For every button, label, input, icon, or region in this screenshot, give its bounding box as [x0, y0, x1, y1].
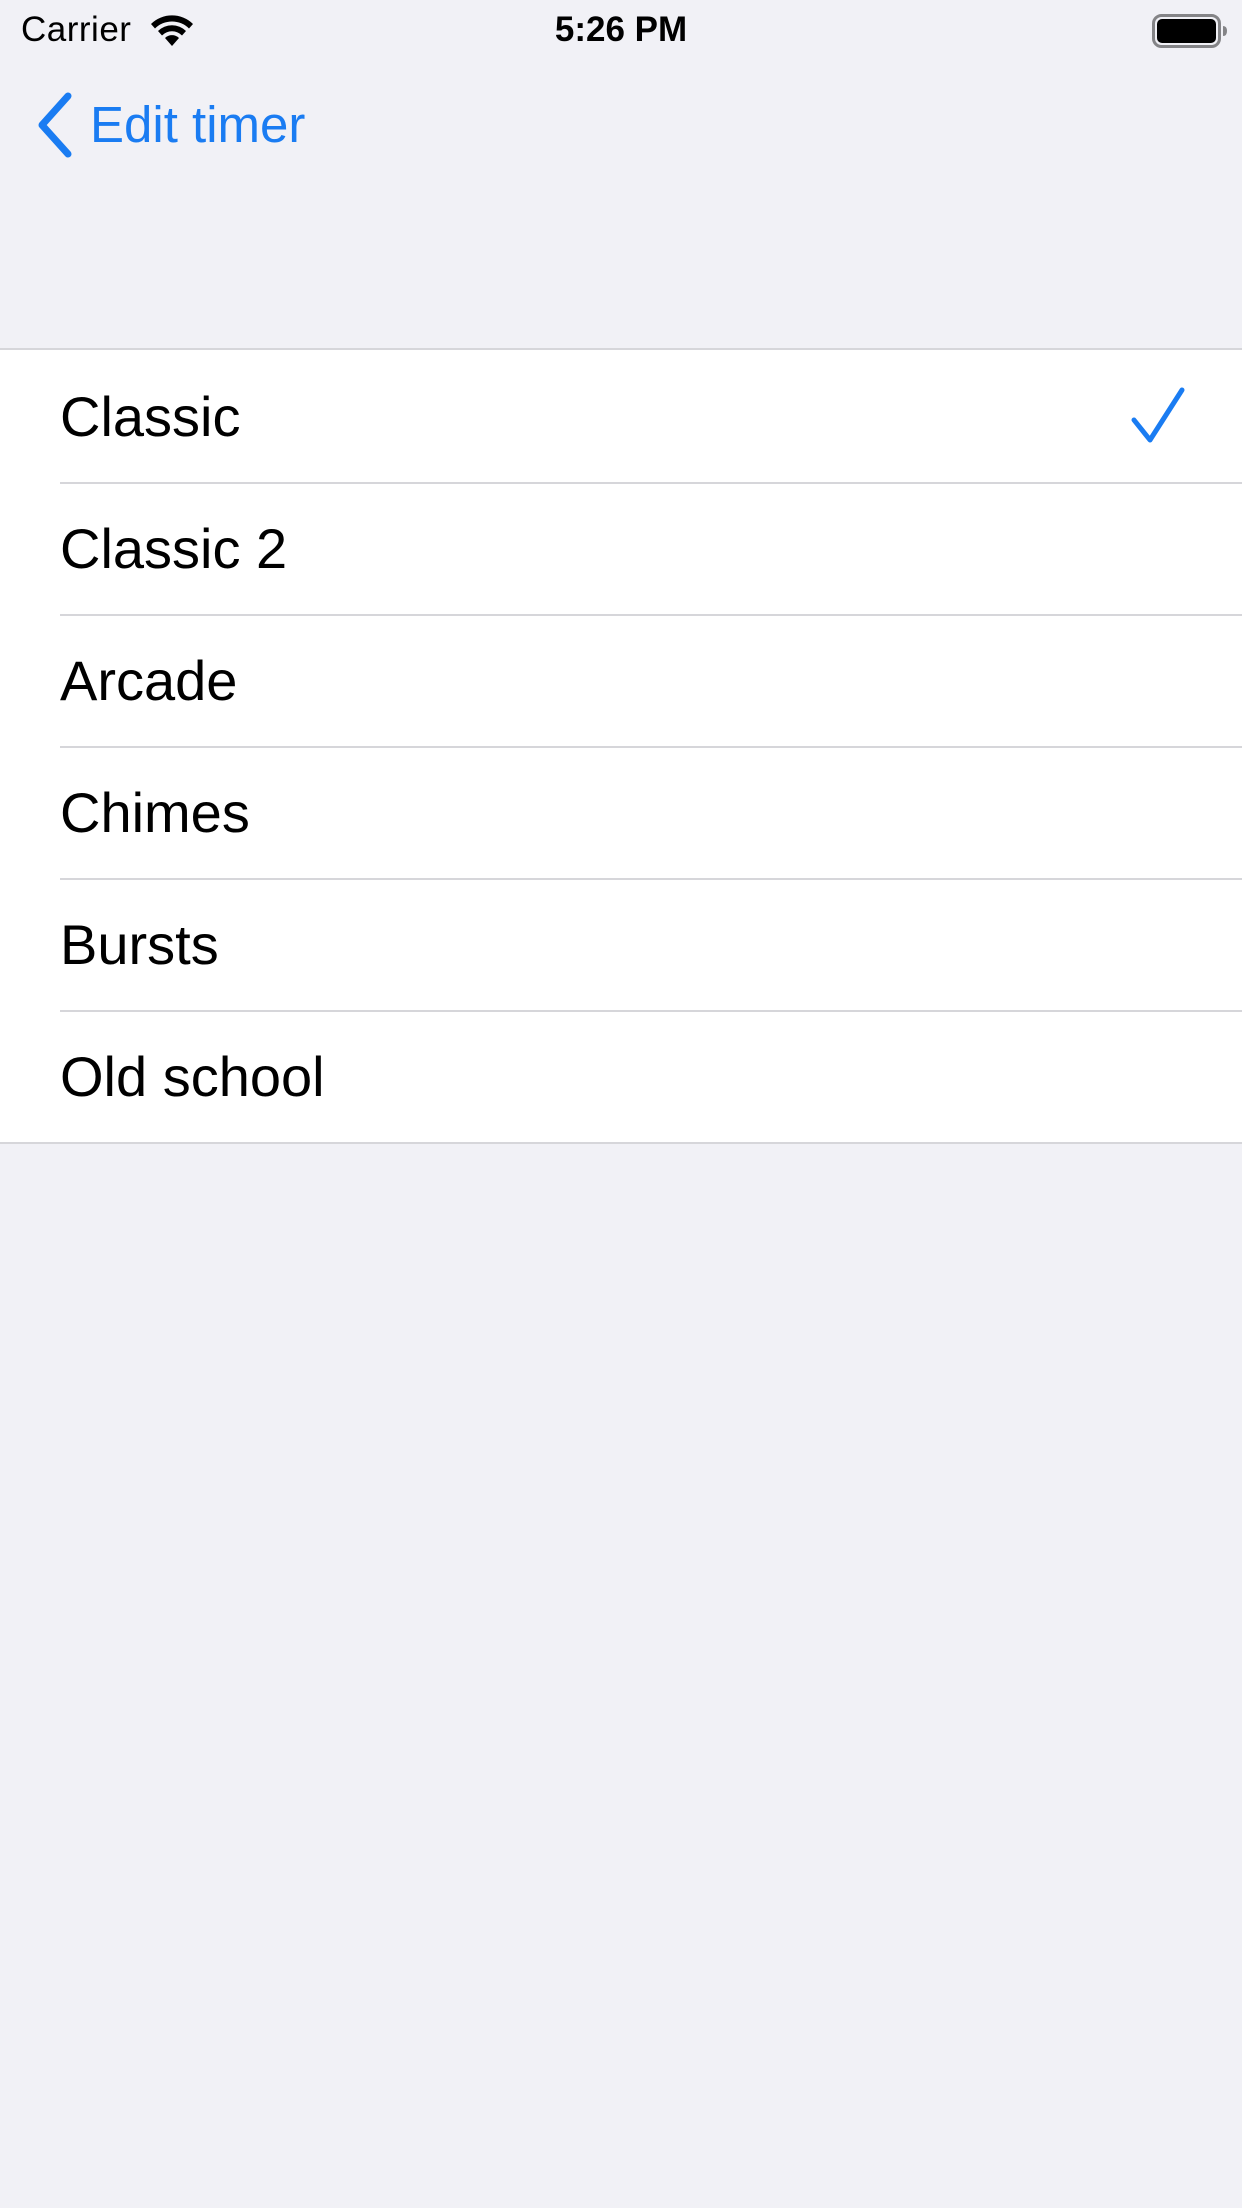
list-item-label: Old school [60, 1044, 325, 1108]
status-bar: Carrier 5:26 PM [0, 0, 1242, 60]
list-item[interactable]: Classic [0, 350, 1242, 482]
navigation-bar: Edit timer [0, 60, 1242, 190]
battery-full-icon [1152, 14, 1227, 48]
list-item-label: Classic [60, 384, 241, 448]
list-item-label: Classic 2 [60, 516, 288, 580]
list-item-label: Bursts [60, 912, 219, 976]
list-item-label: Arcade [60, 648, 238, 712]
list-item[interactable]: Arcade [0, 614, 1242, 746]
sound-list: Classic Classic 2 Arcade Chimes Bursts O… [0, 348, 1242, 1144]
checkmark-icon [1131, 387, 1185, 443]
list-item-label: Chimes [60, 780, 250, 844]
list-item[interactable]: Bursts [0, 878, 1242, 1010]
list-item[interactable]: Classic 2 [0, 482, 1242, 614]
status-time: 5:26 PM [554, 10, 688, 49]
back-button-label: Edit timer [90, 96, 306, 153]
list-item[interactable]: Chimes [0, 746, 1242, 878]
chevron-left-icon [38, 92, 72, 158]
list-item[interactable]: Old school [0, 1010, 1242, 1142]
back-button[interactable]: Edit timer [34, 92, 305, 158]
